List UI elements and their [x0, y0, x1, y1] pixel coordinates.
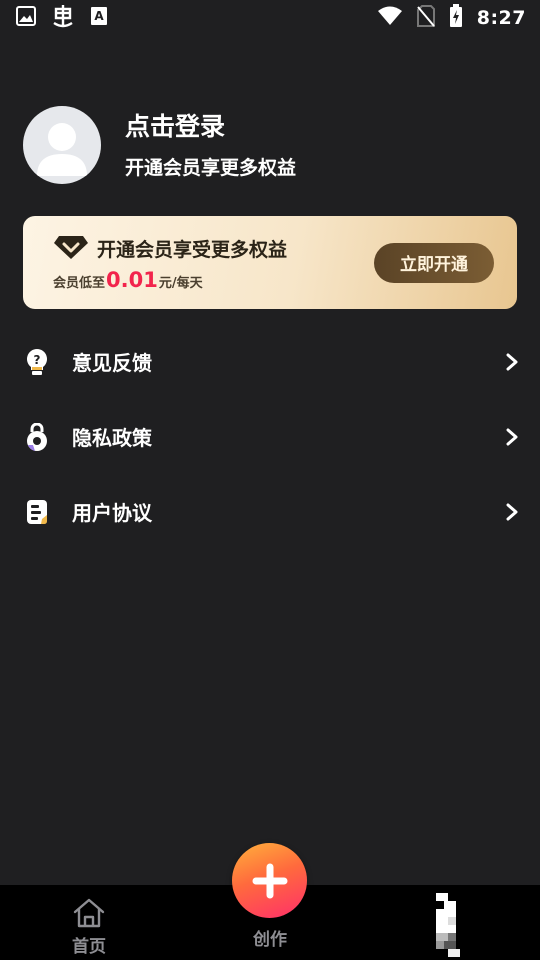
vip-info: 开通会员享受更多权益 会员低至 0.01 元/每天 — [53, 234, 287, 292]
menu-label-user-agreement: 用户协议 — [72, 501, 152, 525]
vip-price-row: 会员低至 0.01 元/每天 — [53, 268, 287, 292]
pixel-mosaic-icon — [436, 893, 460, 957]
vip-title-row: 开通会员享受更多权益 — [53, 234, 287, 264]
default-avatar-icon — [37, 123, 87, 176]
vip-banner[interactable]: 开通会员享受更多权益 会员低至 0.01 元/每天 立即开通 — [23, 216, 517, 309]
menu-label-privacy: 隐私政策 — [72, 426, 152, 450]
wifi-icon — [377, 6, 403, 30]
nav-create-label: 创作 — [253, 930, 287, 950]
image-icon — [16, 6, 36, 30]
create-button[interactable] — [232, 843, 307, 918]
menu-item-user-agreement[interactable]: 用户协议 — [0, 474, 540, 549]
profile-text: 点击登录 开通会员享更多权益 — [125, 109, 296, 181]
vip-price: 0.01 — [106, 267, 158, 292]
diamond-icon — [53, 234, 89, 264]
status-left: A — [16, 3, 108, 33]
vip-price-suffix: 元/每天 — [158, 275, 203, 291]
status-time: 8:27 — [476, 7, 526, 29]
avatar[interactable] — [23, 106, 101, 184]
bug-icon — [50, 3, 76, 33]
menu-item-feedback[interactable]: ? 意见反馈 — [0, 324, 540, 399]
document-icon — [24, 499, 50, 525]
home-icon — [72, 898, 106, 932]
svg-text:?: ? — [34, 353, 41, 367]
chevron-right-icon — [504, 427, 520, 447]
no-sim-icon — [416, 5, 435, 31]
login-title[interactable]: 点击登录 — [125, 109, 296, 145]
battery-charging-icon — [449, 4, 463, 32]
nav-home[interactable]: 首页 — [29, 885, 149, 960]
plus-icon — [252, 863, 287, 898]
menu-item-privacy[interactable]: 隐私政策 — [0, 399, 540, 474]
svg-text:A: A — [94, 9, 104, 23]
nav-mine[interactable] — [426, 893, 470, 957]
status-bar: A 8:27 — [0, 0, 540, 36]
nav-home-label: 首页 — [72, 937, 106, 957]
privacy-lock-icon — [24, 422, 50, 451]
lightbulb-question-icon: ? — [24, 348, 50, 375]
profile-subtitle: 开通会员享更多权益 — [125, 157, 297, 179]
vip-price-prefix: 会员低至 — [53, 275, 106, 291]
open-vip-button[interactable]: 立即开通 — [374, 242, 494, 283]
vip-title: 开通会员享受更多权益 — [97, 239, 288, 261]
profile-header[interactable]: 点击登录 开通会员享更多权益 — [23, 105, 517, 185]
status-right: 8:27 — [377, 4, 526, 32]
chevron-right-icon — [504, 352, 520, 372]
settings-menu: ? 意见反馈 隐私政策 用户协议 — [0, 324, 540, 549]
menu-label-feedback: 意见反馈 — [72, 351, 152, 375]
keyboard-a-icon: A — [90, 6, 108, 30]
chevron-right-icon — [504, 502, 520, 522]
